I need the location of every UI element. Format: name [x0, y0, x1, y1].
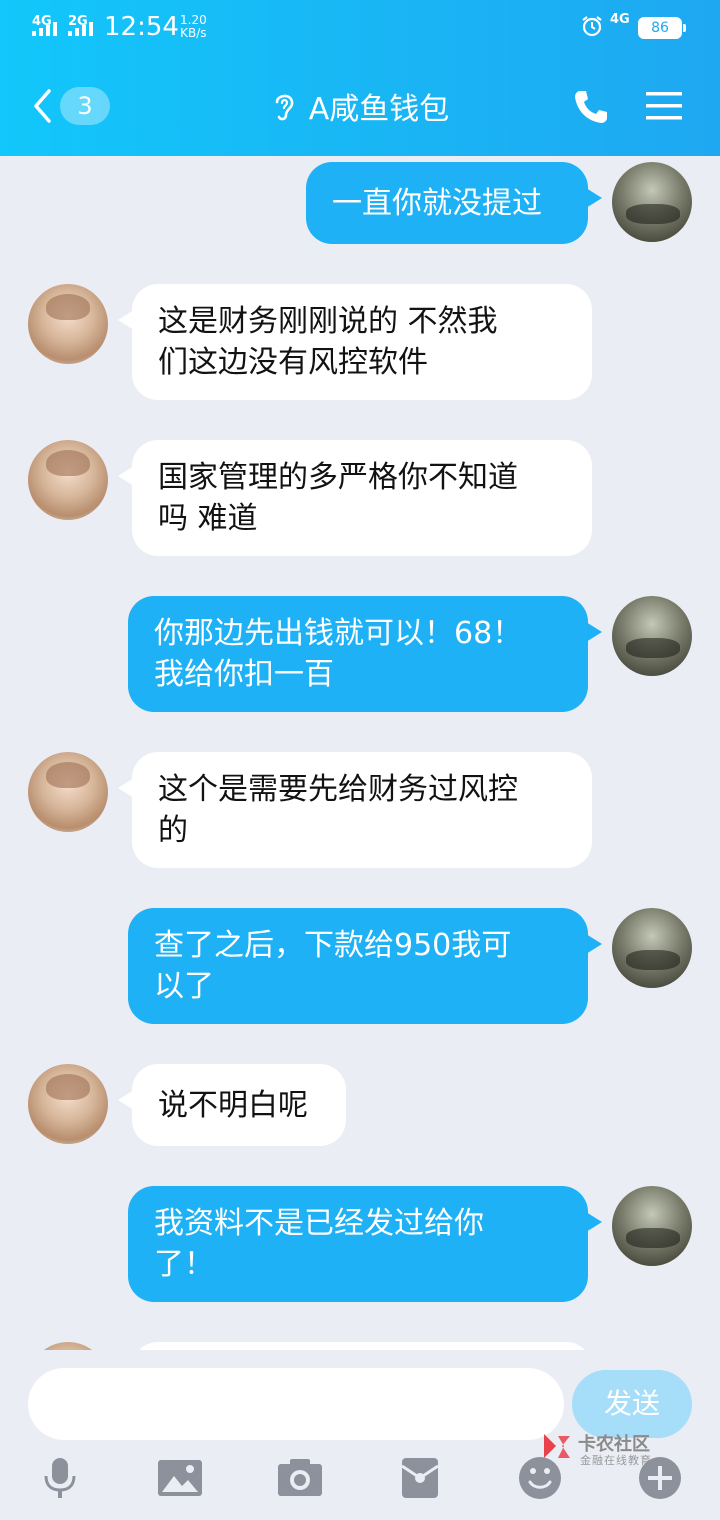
- my-avatar[interactable]: [612, 596, 692, 676]
- battery-indicator: 86: [638, 17, 686, 39]
- message-bubble-sent[interactable]: 查了之后，下款给950我可 以了: [128, 908, 602, 1024]
- camera-icon[interactable]: [278, 1456, 322, 1500]
- message-bubble-sent[interactable]: 你那边先出钱就可以！68！ 我给你扣一百: [128, 596, 602, 712]
- message-bubble-received-partial[interactable]: [132, 1342, 592, 1350]
- contact-avatar[interactable]: [28, 284, 108, 364]
- contact-avatar[interactable]: [28, 440, 108, 520]
- ear-icon: [275, 94, 294, 121]
- signal-bars-2-icon: [68, 22, 93, 36]
- message-bubble-received[interactable]: 国家管理的多严格你不知道 吗 难道: [118, 440, 592, 556]
- message-bubble-received[interactable]: 这是财务刚刚说的 不然我 们这边没有风控软件: [118, 284, 592, 400]
- chat-header: 4G 2G 12:54 1.20 KB/s 4G 86 3 A咸鱼钱包: [0, 0, 720, 156]
- my-avatar[interactable]: [612, 908, 692, 988]
- my-avatar[interactable]: [612, 162, 692, 242]
- chat-title-area[interactable]: A咸鱼钱包: [0, 84, 720, 128]
- message-list[interactable]: 一直你就没提过 这是财务刚刚说的 不然我 们这边没有风控软件 国家管理的多严格你…: [0, 156, 720, 1350]
- message-bubble-sent[interactable]: 一直你就没提过: [306, 162, 602, 244]
- status-bar: 4G 2G 12:54 1.20 KB/s 4G 86: [0, 0, 720, 58]
- microphone-icon[interactable]: [38, 1456, 82, 1500]
- plus-icon[interactable]: [638, 1456, 682, 1500]
- contact-avatar[interactable]: [28, 1342, 108, 1350]
- input-bar: 发送 卡农社区 金融在线教育: [0, 1350, 720, 1520]
- network-type: 4G: [610, 12, 630, 27]
- contact-avatar[interactable]: [28, 752, 108, 832]
- phone-icon[interactable]: [572, 88, 610, 126]
- clock: 12:54: [104, 12, 179, 42]
- red-packet-icon[interactable]: [398, 1456, 442, 1500]
- emoji-icon[interactable]: [518, 1456, 562, 1500]
- menu-icon[interactable]: [646, 90, 682, 122]
- contact-avatar[interactable]: [28, 1064, 108, 1144]
- message-input[interactable]: [28, 1368, 564, 1440]
- send-button[interactable]: 发送: [572, 1370, 692, 1438]
- message-bubble-sent[interactable]: 我资料不是已经发过给你 了！: [128, 1186, 602, 1302]
- image-icon[interactable]: [158, 1456, 202, 1500]
- alarm-icon: [582, 16, 602, 37]
- my-avatar[interactable]: [612, 1186, 692, 1266]
- message-bubble-received[interactable]: 说不明白呢: [118, 1064, 346, 1146]
- network-speed: 1.20 KB/s: [180, 14, 207, 40]
- signal-bars-1-icon: [32, 22, 57, 36]
- network-speed-unit: KB/s: [180, 26, 207, 40]
- chat-title: A咸鱼钱包: [308, 92, 450, 127]
- message-bubble-received[interactable]: 这个是需要先给财务过风控 的: [118, 752, 592, 868]
